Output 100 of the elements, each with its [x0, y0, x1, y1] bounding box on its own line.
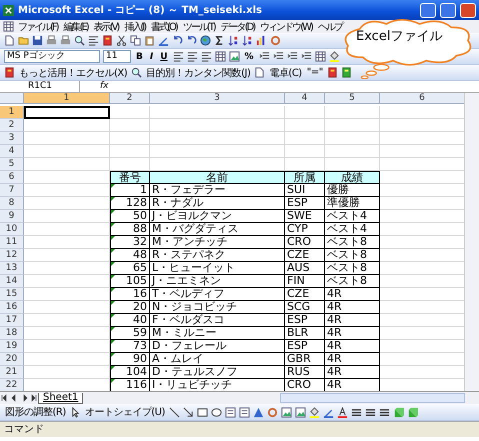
row-header[interactable]: 15	[0, 288, 24, 301]
app-icon[interactable]	[3, 4, 14, 16]
printer-icon[interactable]	[60, 35, 71, 46]
grid-cell[interactable]	[24, 314, 110, 327]
column-header[interactable]: 1	[24, 93, 110, 104]
grid-cell[interactable]	[24, 340, 110, 353]
line-icon[interactable]	[168, 406, 180, 418]
row-header[interactable]: 10	[0, 223, 24, 236]
bucket-icon[interactable]	[328, 51, 340, 62]
bucket-icon[interactable]	[308, 406, 320, 418]
align-icon[interactable]	[172, 51, 184, 62]
row-header[interactable]: 18	[0, 327, 24, 340]
row-header[interactable]: 16	[0, 301, 24, 314]
align-icon[interactable]	[200, 51, 212, 62]
grid-cell[interactable]	[285, 145, 325, 158]
picture-icon[interactable]	[280, 406, 292, 418]
function-button[interactable]: fx	[80, 81, 116, 92]
column-header[interactable]: 5	[325, 93, 380, 104]
picture-icon[interactable]	[294, 406, 306, 418]
grid-icon[interactable]	[3, 21, 14, 32]
rectangle-icon[interactable]	[196, 406, 208, 418]
magnifier-icon[interactable]	[74, 35, 85, 46]
indent-icon[interactable]	[272, 51, 284, 62]
sort-icon[interactable]	[242, 35, 253, 46]
textbox-icon[interactable]	[238, 406, 250, 418]
column-header[interactable]: 4	[285, 93, 325, 104]
row-header[interactable]: 22	[0, 379, 24, 391]
grid-cell[interactable]	[24, 119, 110, 132]
font-size-dropdown[interactable]: 11	[103, 50, 131, 63]
grid-cell[interactable]	[110, 106, 150, 119]
folder-icon[interactable]	[18, 35, 29, 46]
toolbar-button[interactable]: "="	[306, 67, 324, 78]
menu-item[interactable]: ウィンドウ(W)	[260, 20, 314, 34]
percent-button[interactable]: %	[242, 52, 256, 62]
bold-button[interactable]: B	[134, 52, 145, 62]
tab-navigation-icon[interactable]	[0, 393, 38, 403]
indent-icon[interactable]	[286, 51, 298, 62]
row-header[interactable]: 2	[0, 119, 24, 132]
grid-cell[interactable]	[24, 210, 110, 223]
underline-button[interactable]: U	[158, 52, 170, 62]
grid-cell[interactable]	[24, 262, 110, 275]
row-header[interactable]: 20	[0, 353, 24, 366]
row-header[interactable]: 1	[0, 106, 24, 119]
grid-cell[interactable]	[24, 223, 110, 236]
select-all-corner[interactable]	[0, 93, 24, 104]
grid-cell[interactable]	[150, 106, 285, 119]
lines-icon[interactable]	[350, 406, 362, 418]
grid-cell[interactable]	[24, 197, 110, 210]
row-header[interactable]: 8	[0, 197, 24, 210]
letter-icon[interactable]	[336, 406, 348, 418]
grid-cell[interactable]	[24, 249, 110, 262]
book-icon[interactable]	[326, 67, 338, 78]
indent-icon[interactable]	[300, 51, 312, 62]
column-header[interactable]: 3	[150, 93, 285, 104]
row-header[interactable]: 17	[0, 314, 24, 327]
row-header[interactable]: 6	[0, 171, 24, 184]
toolbar-button[interactable]: 目的別！カンタン関数(J)	[145, 66, 252, 80]
sigma-icon[interactable]	[214, 35, 225, 46]
menu-item[interactable]: ツール(T)	[182, 20, 217, 34]
globe-icon[interactable]	[200, 35, 211, 46]
menu-item[interactable]: データ(D)	[220, 20, 256, 34]
menu-item[interactable]: ファイル(F)	[18, 20, 60, 34]
maximize-button[interactable]	[440, 2, 456, 18]
page-icon[interactable]	[254, 67, 266, 78]
lines-icon[interactable]	[378, 406, 390, 418]
grid-cell[interactable]	[24, 158, 110, 171]
notebook-icon[interactable]	[340, 67, 352, 78]
toolbar-button[interactable]: 図形の調整(R)	[4, 405, 67, 419]
menu-item[interactable]: 表示(V)	[94, 20, 120, 34]
indent-icon[interactable]	[258, 51, 270, 62]
row-header[interactable]: 21	[0, 366, 24, 379]
textbox-icon[interactable]	[224, 406, 236, 418]
row-header[interactable]: 14	[0, 275, 24, 288]
menu-item[interactable]: ヘルプ	[318, 20, 344, 34]
lines-icon[interactable]	[364, 406, 376, 418]
grid-cell[interactable]	[285, 106, 325, 119]
grid-cell[interactable]	[24, 145, 110, 158]
sort-icon[interactable]	[228, 35, 239, 46]
vertical-scrollbar[interactable]	[464, 93, 479, 391]
grid-cell[interactable]	[285, 132, 325, 145]
scissors-icon[interactable]	[116, 35, 127, 46]
sheet-tab[interactable]: Sheet1	[38, 392, 84, 404]
row-header[interactable]: 11	[0, 236, 24, 249]
grid-cell[interactable]	[24, 184, 110, 197]
copy-icon[interactable]	[130, 35, 141, 46]
column-header[interactable]: 6	[380, 93, 464, 104]
pointer-icon[interactable]	[70, 406, 81, 418]
italic-button[interactable]: I	[148, 52, 156, 62]
menu-item[interactable]: 書式(O)	[151, 20, 179, 34]
clipboard-icon[interactable]	[144, 35, 155, 46]
grid-cell[interactable]	[24, 327, 110, 340]
grid-cell[interactable]	[325, 132, 380, 145]
row-header[interactable]: 7	[0, 184, 24, 197]
grid-cell[interactable]	[285, 119, 325, 132]
row-header[interactable]: 12	[0, 249, 24, 262]
page-icon[interactable]	[4, 35, 15, 46]
picture-icon[interactable]	[228, 51, 240, 62]
cube-icon[interactable]	[406, 406, 418, 418]
grid-cell[interactable]	[24, 353, 110, 366]
grid-cell[interactable]	[325, 119, 380, 132]
